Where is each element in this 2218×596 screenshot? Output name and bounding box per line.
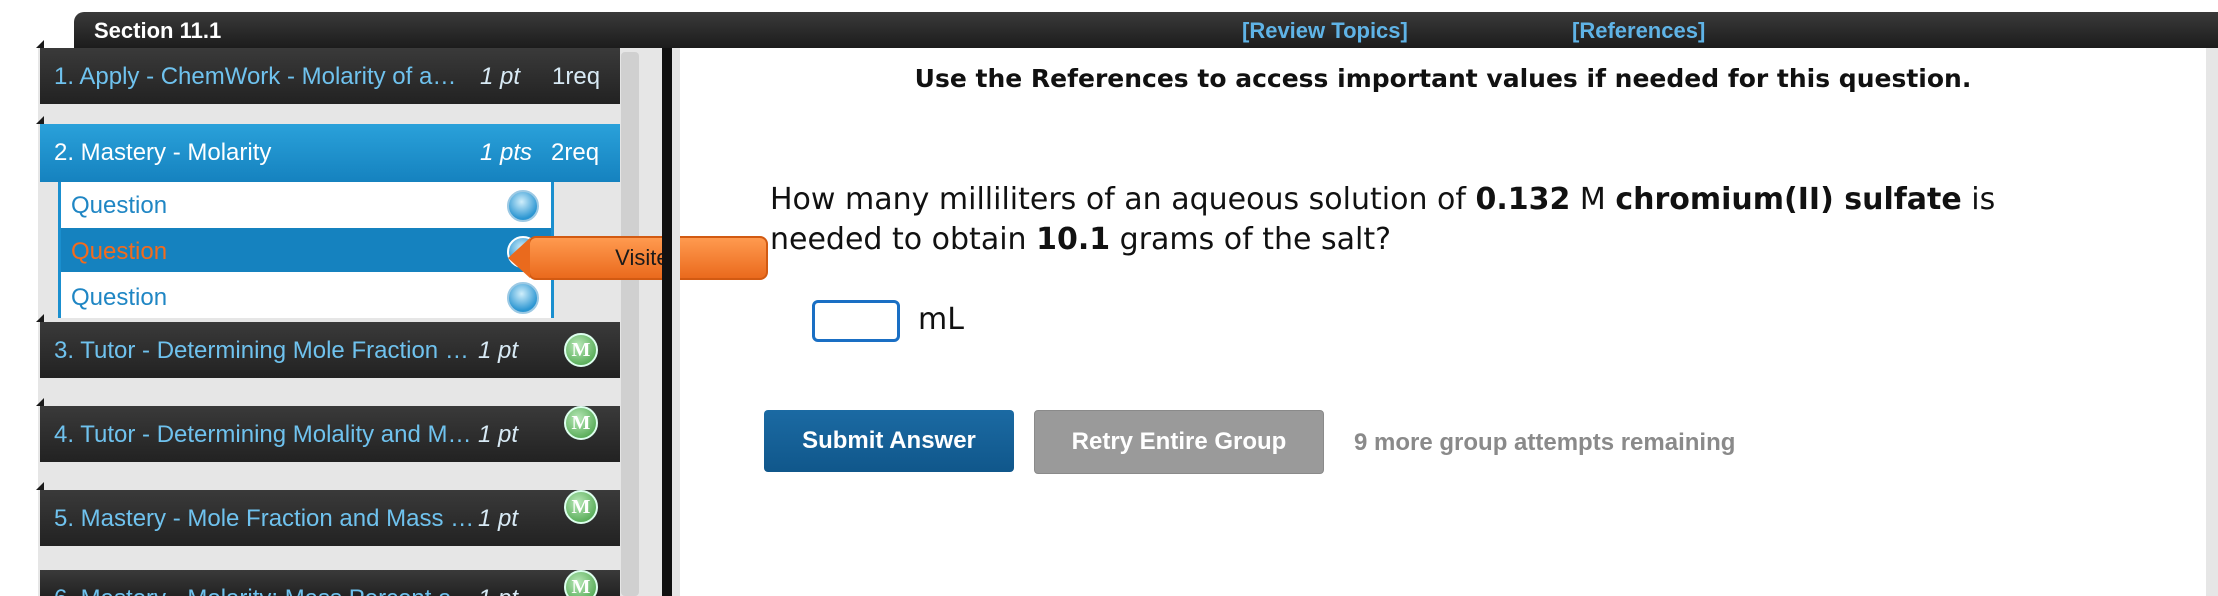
mastery-badge-icon: M xyxy=(564,570,598,596)
mass-value: 10.1 xyxy=(1036,222,1111,257)
sidebar-item-4[interactable]: 4. Tutor - Determining Molality and Ma… … xyxy=(36,398,620,462)
sidebar-item-points: 1 pt xyxy=(478,337,519,364)
mastery-badge-icon: M xyxy=(564,406,598,440)
submit-answer-button[interactable]: Submit Answer xyxy=(764,410,1014,472)
sidebar-item-label: 2. Mastery - Molarity xyxy=(54,139,272,166)
question-link-2[interactable]: Question xyxy=(61,228,551,272)
sidebar-item-req: 1req xyxy=(552,63,601,90)
question-label: Question xyxy=(71,192,168,219)
sidebar-item-3[interactable]: 3. Tutor - Determining Mole Fraction a… … xyxy=(36,314,620,378)
mastery-badge-icon: M xyxy=(564,333,598,367)
sidebar-item-5[interactable]: 5. Mastery - Mole Fraction and Mass … 1 … xyxy=(36,482,620,546)
question-link-3[interactable]: Question xyxy=(61,274,551,318)
section-header-bar: Section 11.1 [Review Topics] [References… xyxy=(74,12,2218,48)
sidebar-item-label: 5. Mastery - Mole Fraction and Mass … xyxy=(54,505,475,532)
sidebar-item-label: 3. Tutor - Determining Mole Fraction a… xyxy=(54,337,478,364)
retry-group-button[interactable]: Retry Entire Group xyxy=(1034,410,1324,474)
sidebar-item-points: 1 pt xyxy=(478,505,519,532)
question-label: Question xyxy=(71,284,168,311)
panel-divider xyxy=(662,48,672,596)
question-link-1[interactable]: Question xyxy=(61,182,551,226)
sidebar-item-label: 1. Apply - ChemWork - Molarity of a… xyxy=(54,63,457,90)
sidebar-scrollbar[interactable] xyxy=(621,52,639,596)
status-dot-icon xyxy=(507,282,539,314)
answer-input[interactable] xyxy=(812,300,900,342)
question-text: How many milliliters of an aqueous solut… xyxy=(770,180,2030,260)
review-topics-link[interactable]: [Review Topics] xyxy=(1242,18,1408,44)
references-link[interactable]: [References] xyxy=(1572,18,1705,44)
question-label: Question xyxy=(71,238,168,265)
question-part: grams of the salt? xyxy=(1110,222,1392,257)
compound-name: chromium(II) sulfate xyxy=(1615,182,1962,217)
sidebar-item-1[interactable]: 1. Apply - ChemWork - Molarity of a… 1 p… xyxy=(36,40,620,104)
sidebar-item-2[interactable]: 2. Mastery - Molarity 1 pts 2req xyxy=(36,116,620,182)
visited-tooltip: Visited xyxy=(508,236,768,280)
sidebar-item-points: 1 pt xyxy=(480,63,521,90)
question-list: Question Question Question xyxy=(58,182,554,318)
sidebar-item-points: 1 pt xyxy=(478,421,519,448)
sidebar-item-points: 1 pts xyxy=(480,139,533,166)
status-dot-icon xyxy=(507,190,539,222)
section-title: Section 11.1 xyxy=(94,18,222,43)
answer-unit: mL xyxy=(918,302,964,337)
sidebar-item-label: 4. Tutor - Determining Molality and Ma… xyxy=(54,421,478,448)
main-panel-right-edge xyxy=(2206,48,2218,596)
concentration-value: 0.132 xyxy=(1475,182,1571,217)
mastery-badge-icon: M xyxy=(564,490,598,524)
attempts-remaining: 9 more group attempts remaining xyxy=(1354,429,1736,456)
question-part: M xyxy=(1570,182,1616,217)
question-part: How many milliliters of an aqueous solut… xyxy=(770,182,1476,217)
sidebar-item-6[interactable]: 6. Mastery - Molarity: Mass Percent a… 1… xyxy=(40,570,620,596)
sidebar-item-label: 6. Mastery - Molarity: Mass Percent a… xyxy=(54,585,478,596)
references-notice: Use the References to access important v… xyxy=(914,64,1972,93)
sidebar-item-req: 2req xyxy=(551,139,600,166)
main-panel-edge xyxy=(672,48,680,596)
sidebar-item-points: 1 pt xyxy=(478,585,518,596)
